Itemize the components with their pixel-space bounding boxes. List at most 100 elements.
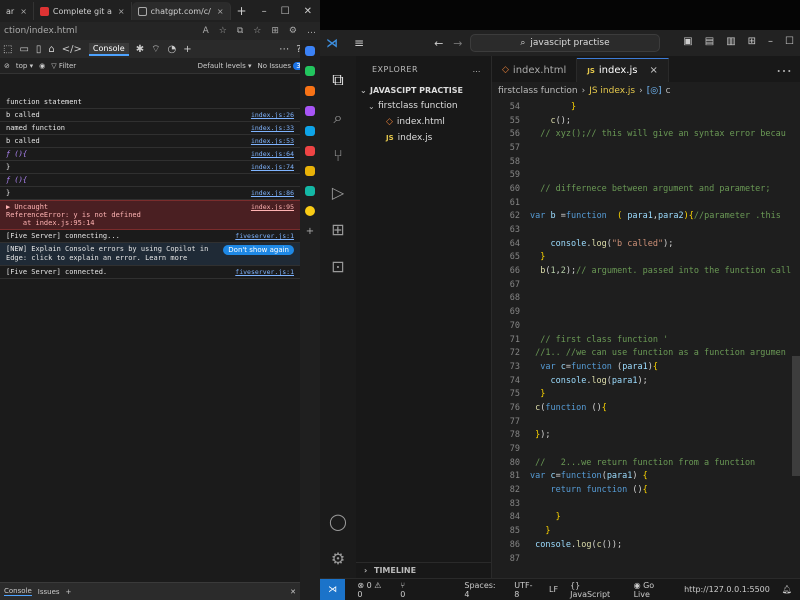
clear-console-icon[interactable]: ⊘ bbox=[4, 62, 10, 70]
tab-console[interactable]: Console bbox=[88, 42, 129, 56]
read-aloud-icon[interactable]: A bbox=[203, 26, 209, 36]
drawer-tab-console[interactable]: Console bbox=[4, 587, 32, 596]
menu-hamburger-icon[interactable]: ≡ bbox=[354, 36, 364, 50]
split-screen-icon[interactable]: ⧉ bbox=[237, 26, 243, 36]
console-source-link[interactable]: index.js:64 bbox=[251, 150, 294, 158]
timeline-section[interactable]: › TIMELINE bbox=[356, 562, 491, 578]
favorite-star-icon[interactable]: ☆ bbox=[219, 26, 227, 36]
code-editor[interactable]: 54 } 55 c(); 56 // xyz();// this will give… bbox=[492, 100, 800, 565]
code-line[interactable]: 68 bbox=[492, 292, 800, 306]
console-source-link[interactable]: index.js:86 bbox=[251, 189, 294, 197]
console-source-link[interactable]: index.js:53 bbox=[251, 137, 294, 145]
editor-more-icon[interactable]: … bbox=[776, 57, 800, 82]
device-icon[interactable]: ▭ bbox=[19, 44, 28, 55]
code-line[interactable]: 70 bbox=[492, 319, 800, 333]
filter-input[interactable]: ▽ Filter bbox=[51, 62, 76, 70]
collections-icon[interactable]: ⊞ bbox=[271, 26, 279, 36]
remote-explorer-icon[interactable]: ⊡ bbox=[331, 257, 344, 276]
eol-indicator[interactable]: LF bbox=[549, 585, 558, 594]
code-line[interactable]: 82 return function (){ bbox=[492, 483, 800, 497]
code-line[interactable]: 61 bbox=[492, 196, 800, 210]
more-tools-icon[interactable]: + bbox=[183, 44, 191, 55]
devtools-more-icon[interactable]: ⋯ bbox=[279, 44, 289, 55]
levels-select[interactable]: Default levels ▾ bbox=[198, 62, 252, 70]
editor-scrollbar[interactable] bbox=[792, 356, 800, 476]
remote-indicator-icon[interactable]: ⋊ bbox=[320, 579, 346, 600]
tab-index-js[interactable]: JS index.js × bbox=[577, 58, 669, 82]
run-debug-icon[interactable]: ▷ bbox=[332, 183, 344, 202]
minimize-icon[interactable]: – bbox=[262, 6, 267, 17]
go-live-button[interactable]: ◉ Go Live bbox=[634, 581, 673, 599]
drawer-add-tab[interactable]: + bbox=[66, 588, 72, 596]
notifications-bell-icon[interactable]: 🔔︎ bbox=[782, 585, 800, 594]
settings-gear-icon[interactable]: ⚙ bbox=[331, 549, 345, 568]
code-line[interactable]: 57 bbox=[492, 141, 800, 155]
toggle-secondary-icon[interactable]: ▥ bbox=[726, 36, 735, 47]
code-line[interactable]: 85 } bbox=[492, 524, 800, 538]
drawer-close-icon[interactable]: ✕ bbox=[290, 588, 296, 596]
code-line[interactable]: 56 // xyz();// this will give an syntax … bbox=[492, 127, 800, 141]
bulb-icon[interactable] bbox=[305, 206, 315, 216]
nav-back-icon[interactable]: ← bbox=[434, 37, 443, 50]
search-icon[interactable]: ⌕ bbox=[334, 108, 343, 128]
code-line[interactable]: 87 bbox=[492, 552, 800, 566]
explorer-more-icon[interactable]: … bbox=[473, 65, 482, 74]
breadcrumb-symbol[interactable]: c bbox=[666, 86, 671, 96]
layout-icon[interactable]: ⊞ bbox=[748, 36, 756, 47]
toggle-panel-icon[interactable]: ▤ bbox=[705, 36, 714, 47]
browser-tab-1[interactable]: ar × bbox=[0, 2, 34, 20]
account-icon[interactable]: ◯ bbox=[329, 512, 347, 531]
command-center-search[interactable]: ⌕ javascipt practise bbox=[470, 34, 660, 52]
console-row[interactable]: ƒ (){ bbox=[0, 174, 300, 187]
favorites-icon[interactable]: ☆ bbox=[253, 26, 261, 36]
dont-show-again-button[interactable]: Don't show again bbox=[223, 245, 294, 255]
context-select[interactable]: top ▾ bbox=[16, 62, 33, 70]
encoding-indicator[interactable]: UTF-8 bbox=[514, 581, 537, 599]
office-icon[interactable] bbox=[305, 126, 315, 136]
console-row[interactable]: ƒ (){index.js:64 bbox=[0, 148, 300, 161]
maximize-icon[interactable]: ☐ bbox=[785, 36, 794, 47]
code-line[interactable]: 78 }); bbox=[492, 429, 800, 443]
console-source-link[interactable]: fiveserver.js:1 bbox=[235, 268, 294, 276]
console-source-link[interactable]: index.js:95 bbox=[251, 203, 294, 211]
extensions-icon[interactable]: ⚙ bbox=[289, 26, 297, 36]
tab-index-html[interactable]: ◇ index.html bbox=[492, 58, 578, 82]
code-line[interactable]: 65 } bbox=[492, 251, 800, 265]
code-line[interactable]: 55 c(); bbox=[492, 114, 800, 128]
code-line[interactable]: 86 console.log(c()); bbox=[492, 538, 800, 552]
indentation-indicator[interactable]: Spaces: 4 bbox=[464, 581, 502, 599]
sidebar-toggle-icon[interactable]: ▯ bbox=[36, 44, 42, 55]
code-line[interactable]: 69 bbox=[492, 305, 800, 319]
browser-tab-2[interactable]: Complete git a × bbox=[34, 2, 132, 20]
code-line[interactable]: 60 // differnece between argument and pa… bbox=[492, 182, 800, 196]
code-line[interactable]: 73 var c=function (para1){ bbox=[492, 360, 800, 374]
telegram-icon[interactable] bbox=[305, 186, 315, 196]
code-line[interactable]: 64 console.log("b called"); bbox=[492, 237, 800, 251]
code-line[interactable]: 81 var c=function(para1) { bbox=[492, 470, 800, 484]
language-mode[interactable]: {} JavaScript bbox=[570, 581, 622, 599]
code-line[interactable]: 76 c(function (){ bbox=[492, 401, 800, 415]
code-line[interactable]: 63 bbox=[492, 223, 800, 237]
tree-file-html[interactable]: ◇ index.html bbox=[356, 114, 491, 130]
eye-icon[interactable]: ◉ bbox=[39, 62, 45, 70]
tools-icon[interactable] bbox=[305, 86, 315, 96]
code-line[interactable]: 83 bbox=[492, 497, 800, 511]
search-icon[interactable] bbox=[305, 46, 315, 56]
code-line[interactable]: 75 } bbox=[492, 387, 800, 401]
welcome-home-icon[interactable]: ⌂ bbox=[48, 44, 54, 55]
outlook-icon[interactable] bbox=[305, 146, 315, 156]
add-sidebar-app-icon[interactable]: + bbox=[306, 226, 314, 237]
code-line[interactable]: 62 var b =function ( para1,para2){//param… bbox=[492, 210, 800, 224]
source-control-icon[interactable]: ⑂ bbox=[333, 146, 343, 165]
close-icon[interactable]: × bbox=[20, 7, 27, 16]
browser-tab-3[interactable]: chatgpt.com/c/ × bbox=[131, 2, 231, 20]
nav-forward-icon[interactable]: → bbox=[453, 37, 462, 50]
maximize-icon[interactable]: ☐ bbox=[281, 6, 290, 17]
code-line[interactable]: 74 console.log(para1); bbox=[492, 374, 800, 388]
new-tab-button[interactable]: + bbox=[231, 2, 253, 20]
console-source-link[interactable]: index.js:74 bbox=[251, 163, 294, 171]
drawer-tab-issues[interactable]: Issues bbox=[38, 588, 60, 596]
toggle-sidebar-icon[interactable]: ▣ bbox=[683, 36, 692, 47]
console-error-row[interactable]: ▶ Uncaught ReferenceError: y is not defi… bbox=[0, 200, 300, 230]
code-line[interactable]: 84 } bbox=[492, 511, 800, 525]
